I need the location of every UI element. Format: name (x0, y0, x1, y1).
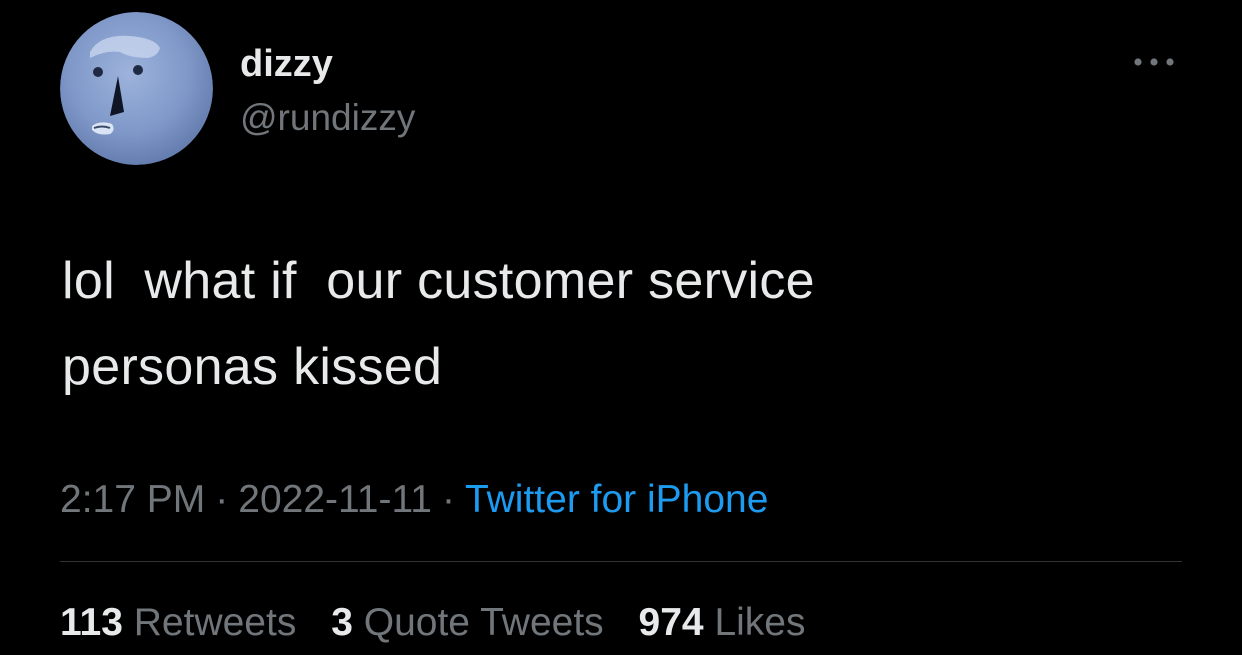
tweet-time[interactable]: 2:17 PM (60, 478, 205, 521)
quote-tweets-label: Quote Tweets (363, 601, 604, 644)
likes-stat[interactable]: 974 Likes (639, 601, 806, 644)
tweet-date[interactable]: 2022-11-11 (238, 478, 432, 521)
tweet-metadata: 2:17 PM · 2022-11-11 · Twitter for iPhone (60, 477, 768, 523)
divider (60, 561, 1182, 562)
avatar[interactable] (60, 12, 213, 165)
more-horizontal-icon (1134, 58, 1174, 66)
likes-label: Likes (714, 601, 806, 644)
separator: · (215, 478, 229, 521)
likes-count: 974 (638, 601, 704, 644)
retweets-label: Retweets (133, 601, 297, 644)
tweet-source-link[interactable]: Twitter for iPhone (465, 478, 768, 521)
tweet-stats: 113 Retweets 3 Quote Tweets 974 Likes (60, 600, 829, 646)
separator: · (441, 478, 455, 521)
author-display-name[interactable]: dizzy (240, 42, 333, 86)
retweets-count: 113 (60, 601, 123, 644)
stone-face-avatar-icon (60, 12, 213, 165)
quote-tweets-count: 3 (331, 601, 353, 644)
tweet-text: lol what if our customer service persona… (62, 252, 815, 396)
more-options-button[interactable] (1128, 48, 1180, 76)
author-handle[interactable]: @rundizzy (240, 96, 415, 140)
quote-tweets-stat[interactable]: 3 Quote Tweets (331, 601, 603, 644)
retweets-stat[interactable]: 113 Retweets (60, 601, 296, 644)
